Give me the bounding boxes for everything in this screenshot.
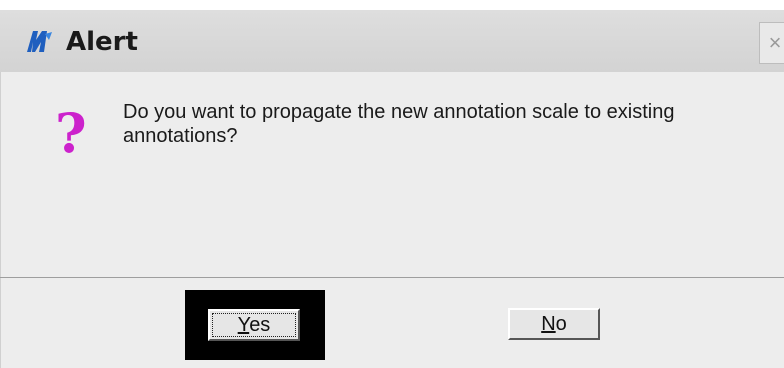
- close-icon: ×: [768, 30, 782, 55]
- no-button[interactable]: No: [508, 308, 600, 340]
- no-accelerator: N: [541, 313, 556, 335]
- yes-accelerator: Y: [237, 314, 250, 336]
- title-bar[interactable]: Alert ×: [0, 10, 784, 73]
- close-button[interactable]: ×: [759, 22, 784, 64]
- yes-button[interactable]: Yes: [208, 309, 300, 341]
- question-mark-icon: ?: [55, 101, 87, 165]
- alert-dialog: Alert × ? Do you want to propagate the n…: [0, 0, 784, 368]
- dialog-footer: Yes No: [0, 278, 784, 368]
- yes-label-rest: es: [249, 314, 271, 336]
- dialog-body: ? Do you want to propagate the new annot…: [0, 72, 784, 277]
- microstation-icon: [27, 31, 52, 52]
- alert-message: Do you want to propagate the new annotat…: [123, 101, 675, 147]
- window-title: Alert: [66, 27, 138, 57]
- no-label-rest: o: [555, 313, 567, 335]
